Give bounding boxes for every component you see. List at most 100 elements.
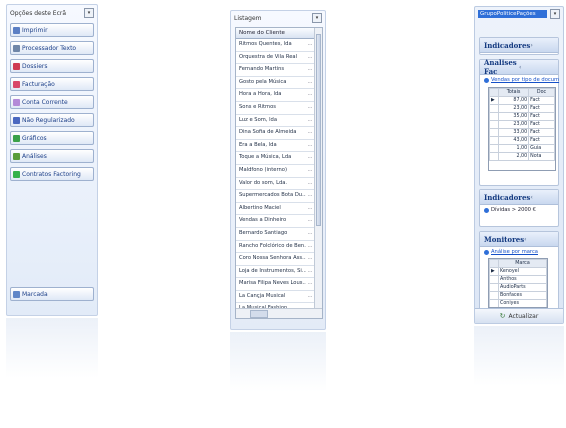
indicators-top-header[interactable]: Indicadores ›	[480, 38, 558, 53]
vertical-scroll-thumb[interactable]	[316, 34, 321, 226]
invoice-analysis-row[interactable]: 33,00 Fact	[489, 128, 555, 137]
client-row[interactable]: Maldfono (interno)...	[236, 165, 314, 178]
row-ellipsis-button[interactable]: ...	[306, 278, 314, 290]
debts-indicator-item[interactable]: Dívidas > 2000 €	[480, 205, 558, 215]
option-button-5[interactable]: Conta Corrente	[10, 95, 94, 109]
invoice-analysis-table[interactable]: Totais Doc ▶ 87,00 Fact 23,00 Fact 35,00 Fact 2…	[488, 87, 556, 171]
list-dropdown-button[interactable]: ▾	[312, 13, 322, 23]
row-ellipsis-button[interactable]: ...	[306, 165, 314, 177]
row-ellipsis-button[interactable]: ...	[306, 140, 314, 152]
row-ellipsis-button[interactable]: ...	[306, 77, 314, 89]
option-button-3[interactable]: Dossiers	[10, 59, 94, 73]
invoice-analysis-row[interactable]: 23,00 Fact	[489, 104, 555, 113]
client-row[interactable]: Ritmos Quentes, lda...	[236, 39, 314, 52]
invoice-analysis-header[interactable]: Analises Fac ‹	[480, 58, 558, 76]
client-row[interactable]: Rancho Folclórico de Ben......	[236, 241, 314, 254]
expand-icon[interactable]: ›	[530, 42, 554, 49]
client-row[interactable]: Hora a Hora, lda...	[236, 89, 314, 102]
client-row[interactable]: Bernardo Santiago...	[236, 228, 314, 241]
row-ellipsis-button[interactable]: ...	[306, 52, 314, 64]
option-button-8[interactable]: Análises	[10, 149, 94, 163]
brand-row[interactable]: Anthos	[489, 275, 547, 284]
collapse-icon[interactable]: ‹	[524, 236, 554, 243]
client-row[interactable]: Fernando Martins...	[236, 64, 314, 77]
indicators-header[interactable]: Indicadores ‹	[480, 190, 558, 205]
row-ellipsis-button[interactable]: ...	[306, 152, 314, 164]
horizontal-scroll-thumb[interactable]	[250, 310, 268, 318]
row-ellipsis-button[interactable]: ...	[306, 127, 314, 139]
client-row[interactable]: Toque a Música, Lda...	[236, 152, 314, 165]
doc-column-header[interactable]: Doc	[528, 88, 555, 97]
invoice-analysis-row[interactable]: 35,00 Fact	[489, 112, 555, 121]
option-button-9[interactable]: Contratos Factoring	[10, 167, 94, 181]
group-dropdown-button[interactable]: ▾	[550, 9, 560, 19]
client-row[interactable]: Sons e Ritmos...	[236, 102, 314, 115]
brand-table[interactable]: Marca ▶ Kenoyel Anthos AudioParts Bonfaces Co…	[488, 258, 548, 308]
client-row[interactable]: Orquestra de Vila Real...	[236, 52, 314, 65]
row-ellipsis-button[interactable]: ...	[306, 291, 314, 303]
invoice-analysis-row[interactable]: 43,00 Fact	[489, 136, 555, 145]
row-indicator	[489, 299, 499, 307]
row-ellipsis-button[interactable]: ...	[306, 228, 314, 240]
option-button-6[interactable]: Não Regularizado	[10, 113, 94, 127]
brand-analysis-link[interactable]: Análise por marca	[480, 247, 558, 257]
vertical-scrollbar[interactable]	[314, 28, 322, 309]
horizontal-scrollbar[interactable]	[236, 308, 322, 318]
brand-row[interactable]: Coniyes	[489, 299, 547, 307]
group-selector[interactable]: GrupoPoliticePações	[478, 10, 547, 18]
row-ellipsis-button[interactable]: ...	[306, 203, 314, 215]
collapse-icon[interactable]: ‹	[519, 64, 554, 71]
row-ellipsis-button[interactable]: ...	[306, 39, 314, 51]
refresh-icon: ↻	[499, 312, 506, 320]
option-button-2[interactable]: Processador Texto	[10, 41, 94, 55]
client-row[interactable]: Albertino Maciel...	[236, 203, 314, 216]
option-button-4[interactable]: Facturação	[10, 77, 94, 91]
brand-row[interactable]: ▶ Kenoyel	[489, 267, 547, 276]
client-name: Orquestra de Vila Real	[239, 53, 298, 60]
client-row[interactable]: Supermercados Bota Du......	[236, 190, 314, 203]
row-ellipsis-button[interactable]: ...	[306, 253, 314, 265]
client-row[interactable]: Dina Sofia de Almeida...	[236, 127, 314, 140]
row-ellipsis-button[interactable]: ...	[306, 115, 314, 127]
invoice-analysis-row[interactable]: 2,00 Nota	[489, 152, 555, 161]
row-ellipsis-button[interactable]: ...	[306, 215, 314, 227]
options-dropdown-button[interactable]: ▾	[84, 8, 94, 18]
report-icon	[484, 77, 489, 83]
indicators-section: Indicadores ‹ Dívidas > 2000 €	[479, 189, 559, 227]
sales-by-doc-link[interactable]: Vendas por tipo de docum	[480, 75, 559, 85]
client-row[interactable]: Marisa Filipa Neves Lous......	[236, 278, 314, 291]
row-ellipsis-button[interactable]: ...	[306, 266, 314, 278]
client-name: Supermercados Bota Du...	[239, 192, 306, 199]
brand-row[interactable]: Bonfaces	[489, 291, 547, 300]
client-row[interactable]: Luz e Som, lda...	[236, 115, 314, 128]
client-name: La Cançja Musical	[239, 292, 286, 299]
option-button-1[interactable]: Imprimir	[10, 23, 94, 37]
client-row[interactable]: Gosto pela Música...	[236, 77, 314, 90]
client-row[interactable]: La Cançja Musical...	[236, 291, 314, 304]
client-row[interactable]: Valor do som, Lda....	[236, 178, 314, 191]
option-button-7[interactable]: Gráficos	[10, 131, 94, 145]
refresh-button[interactable]: ↻ Actualizar	[475, 308, 563, 323]
invoice-analysis-row[interactable]: 23,00 Fact	[489, 120, 555, 129]
monitors-header[interactable]: Monitores ‹	[480, 232, 558, 247]
row-ellipsis-button[interactable]: ...	[306, 241, 314, 253]
collapse-icon[interactable]: ‹	[530, 194, 554, 201]
row-ellipsis-button[interactable]: ...	[306, 102, 314, 114]
client-row[interactable]: Coro Nossa Senhora Ass......	[236, 253, 314, 266]
client-row[interactable]: Loja de Instrumentos, Si......	[236, 266, 314, 279]
client-row[interactable]: Era a Bela, lda...	[236, 140, 314, 153]
client-row[interactable]: Vendas a Dinheiro...	[236, 215, 314, 228]
brand-row[interactable]: AudioParts	[489, 283, 547, 292]
row-ellipsis-button[interactable]: ...	[306, 64, 314, 76]
row-ellipsis-button[interactable]: ...	[306, 89, 314, 101]
marker-button[interactable]: Marcada	[10, 287, 94, 301]
brand-column-header[interactable]: Marca	[498, 259, 547, 268]
totals-column-header[interactable]: Totais	[497, 88, 530, 97]
client-name-column-header[interactable]: Nome do Cliente	[236, 28, 314, 39]
invoice-analysis-row[interactable]: 1,00 Guia	[489, 144, 555, 153]
monitors-section: Monitores ‹ Análise por marca Marca ▶ Ken…	[479, 231, 559, 313]
row-ellipsis-button[interactable]: ...	[306, 178, 314, 190]
invoice-analysis-row[interactable]: ▶ 87,00 Fact	[489, 96, 555, 105]
row-ellipsis-button[interactable]: ...	[306, 190, 314, 202]
doc-cell: Fact	[528, 96, 555, 105]
